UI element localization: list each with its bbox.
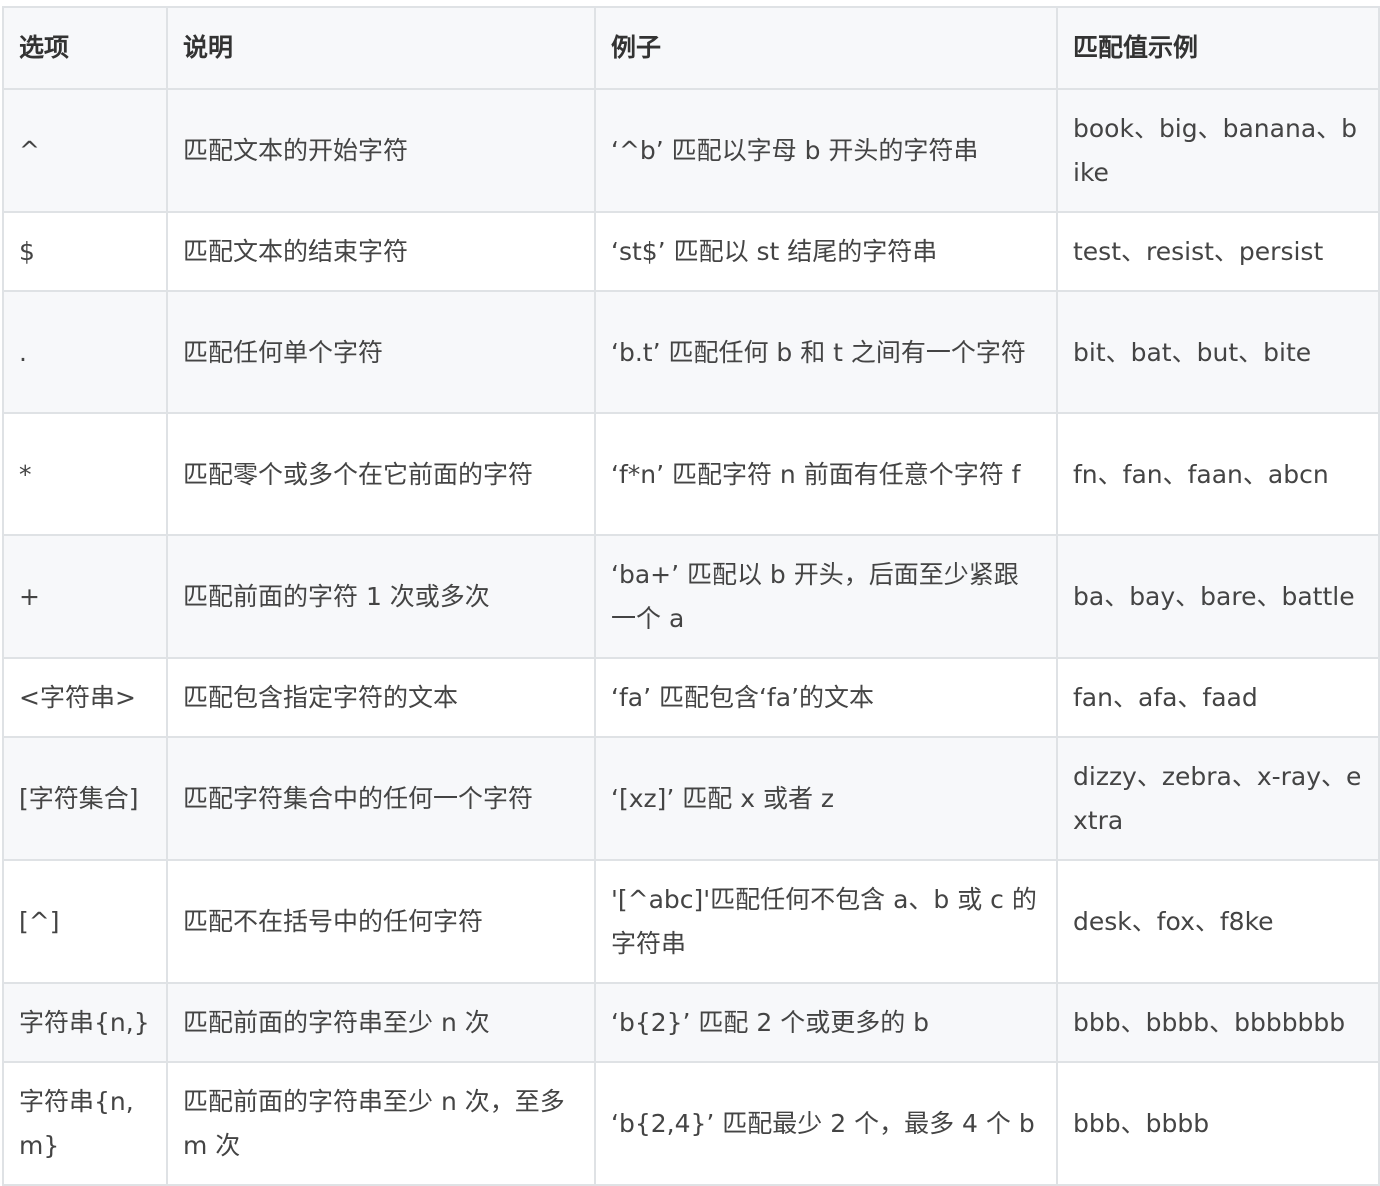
cell-match-examples: test、resist、persist <box>1056 211 1380 292</box>
table-row: + 匹配前面的字符 1 次或多次 ‘ba+’ 匹配以 b 开头，后面至少紧跟一个… <box>2 534 1380 659</box>
cell-example: ‘b{2,4}’ 匹配最少 2 个，最多 4 个 b <box>594 1061 1058 1186</box>
cell-example: ‘f*n’ 匹配字符 n 前面有任意个字符 f <box>594 412 1058 536</box>
cell-option: [^] <box>2 859 168 984</box>
cell-match-examples: desk、fox、f8ke <box>1056 859 1380 984</box>
cell-description: 匹配文本的结束字符 <box>166 211 596 292</box>
cell-description: 匹配任何单个字符 <box>166 290 596 414</box>
cell-match-examples: fan、afa、faad <box>1056 657 1380 738</box>
cell-match-examples: book、big、banana、bike <box>1056 88 1380 213</box>
table-row: 字符串{n,m} 匹配前面的字符串至少 n 次，至多 m 次 ‘b{2,4}’ … <box>2 1061 1380 1186</box>
header-example: 例子 <box>594 6 1058 90</box>
cell-description: 匹配包含指定字符的文本 <box>166 657 596 738</box>
cell-option: ^ <box>2 88 168 213</box>
header-option: 选项 <box>2 6 168 90</box>
cell-match-examples: fn、fan、faan、abcn <box>1056 412 1380 536</box>
cell-description: 匹配字符集合中的任何一个字符 <box>166 736 596 861</box>
cell-description: 匹配前面的字符 1 次或多次 <box>166 534 596 659</box>
cell-description: 匹配不在括号中的任何字符 <box>166 859 596 984</box>
cell-example: ‘[xz]’ 匹配 x 或者 z <box>594 736 1058 861</box>
table-row: ^ 匹配文本的开始字符 ‘^b’ 匹配以字母 b 开头的字符串 book、big… <box>2 88 1380 213</box>
table-row: * 匹配零个或多个在它前面的字符 ‘f*n’ 匹配字符 n 前面有任意个字符 f… <box>2 412 1380 536</box>
table-row: [^] 匹配不在括号中的任何字符 '[^abc]'匹配任何不包含 a、b 或 c… <box>2 859 1380 984</box>
regex-options-table: 选项 说明 例子 匹配值示例 ^ 匹配文本的开始字符 ‘^b’ 匹配以字母 b … <box>2 6 1380 1186</box>
cell-example: '[^abc]'匹配任何不包含 a、b 或 c 的字符串 <box>594 859 1058 984</box>
cell-option: $ <box>2 211 168 292</box>
table-row: <字符串> 匹配包含指定字符的文本 ‘fa’ 匹配包含‘fa’的文本 fan、a… <box>2 657 1380 738</box>
cell-option: * <box>2 412 168 536</box>
table-row: $ 匹配文本的结束字符 ‘st$’ 匹配以 st 结尾的字符串 test、res… <box>2 211 1380 292</box>
cell-match-examples: bit、bat、but、bite <box>1056 290 1380 414</box>
cell-match-examples: bbb、bbbb、bbbbbbb <box>1056 982 1380 1063</box>
header-description: 说明 <box>166 6 596 90</box>
table-header-row: 选项 说明 例子 匹配值示例 <box>2 6 1380 90</box>
cell-option: 字符串{n,m} <box>2 1061 168 1186</box>
cell-option: <字符串> <box>2 657 168 738</box>
cell-match-examples: ba、bay、bare、battle <box>1056 534 1380 659</box>
cell-example: ‘b{2}’ 匹配 2 个或更多的 b <box>594 982 1058 1063</box>
cell-match-examples: bbb、bbbb <box>1056 1061 1380 1186</box>
table-row: 字符串{n,} 匹配前面的字符串至少 n 次 ‘b{2}’ 匹配 2 个或更多的… <box>2 982 1380 1063</box>
cell-option: + <box>2 534 168 659</box>
cell-example: ‘b.t’ 匹配任何 b 和 t 之间有一个字符 <box>594 290 1058 414</box>
table-row: [字符集合] 匹配字符集合中的任何一个字符 ‘[xz]’ 匹配 x 或者 z d… <box>2 736 1380 861</box>
cell-option: [字符集合] <box>2 736 168 861</box>
cell-example: ‘st$’ 匹配以 st 结尾的字符串 <box>594 211 1058 292</box>
cell-example: ‘fa’ 匹配包含‘fa’的文本 <box>594 657 1058 738</box>
cell-description: 匹配前面的字符串至少 n 次，至多 m 次 <box>166 1061 596 1186</box>
table-row: . 匹配任何单个字符 ‘b.t’ 匹配任何 b 和 t 之间有一个字符 bit、… <box>2 290 1380 414</box>
header-match-examples: 匹配值示例 <box>1056 6 1380 90</box>
cell-description: 匹配零个或多个在它前面的字符 <box>166 412 596 536</box>
cell-description: 匹配前面的字符串至少 n 次 <box>166 982 596 1063</box>
cell-option: 字符串{n,} <box>2 982 168 1063</box>
cell-option: . <box>2 290 168 414</box>
cell-description: 匹配文本的开始字符 <box>166 88 596 213</box>
cell-example: ‘ba+’ 匹配以 b 开头，后面至少紧跟一个 a <box>594 534 1058 659</box>
cell-example: ‘^b’ 匹配以字母 b 开头的字符串 <box>594 88 1058 213</box>
cell-match-examples: dizzy、zebra、x-ray、extra <box>1056 736 1380 861</box>
